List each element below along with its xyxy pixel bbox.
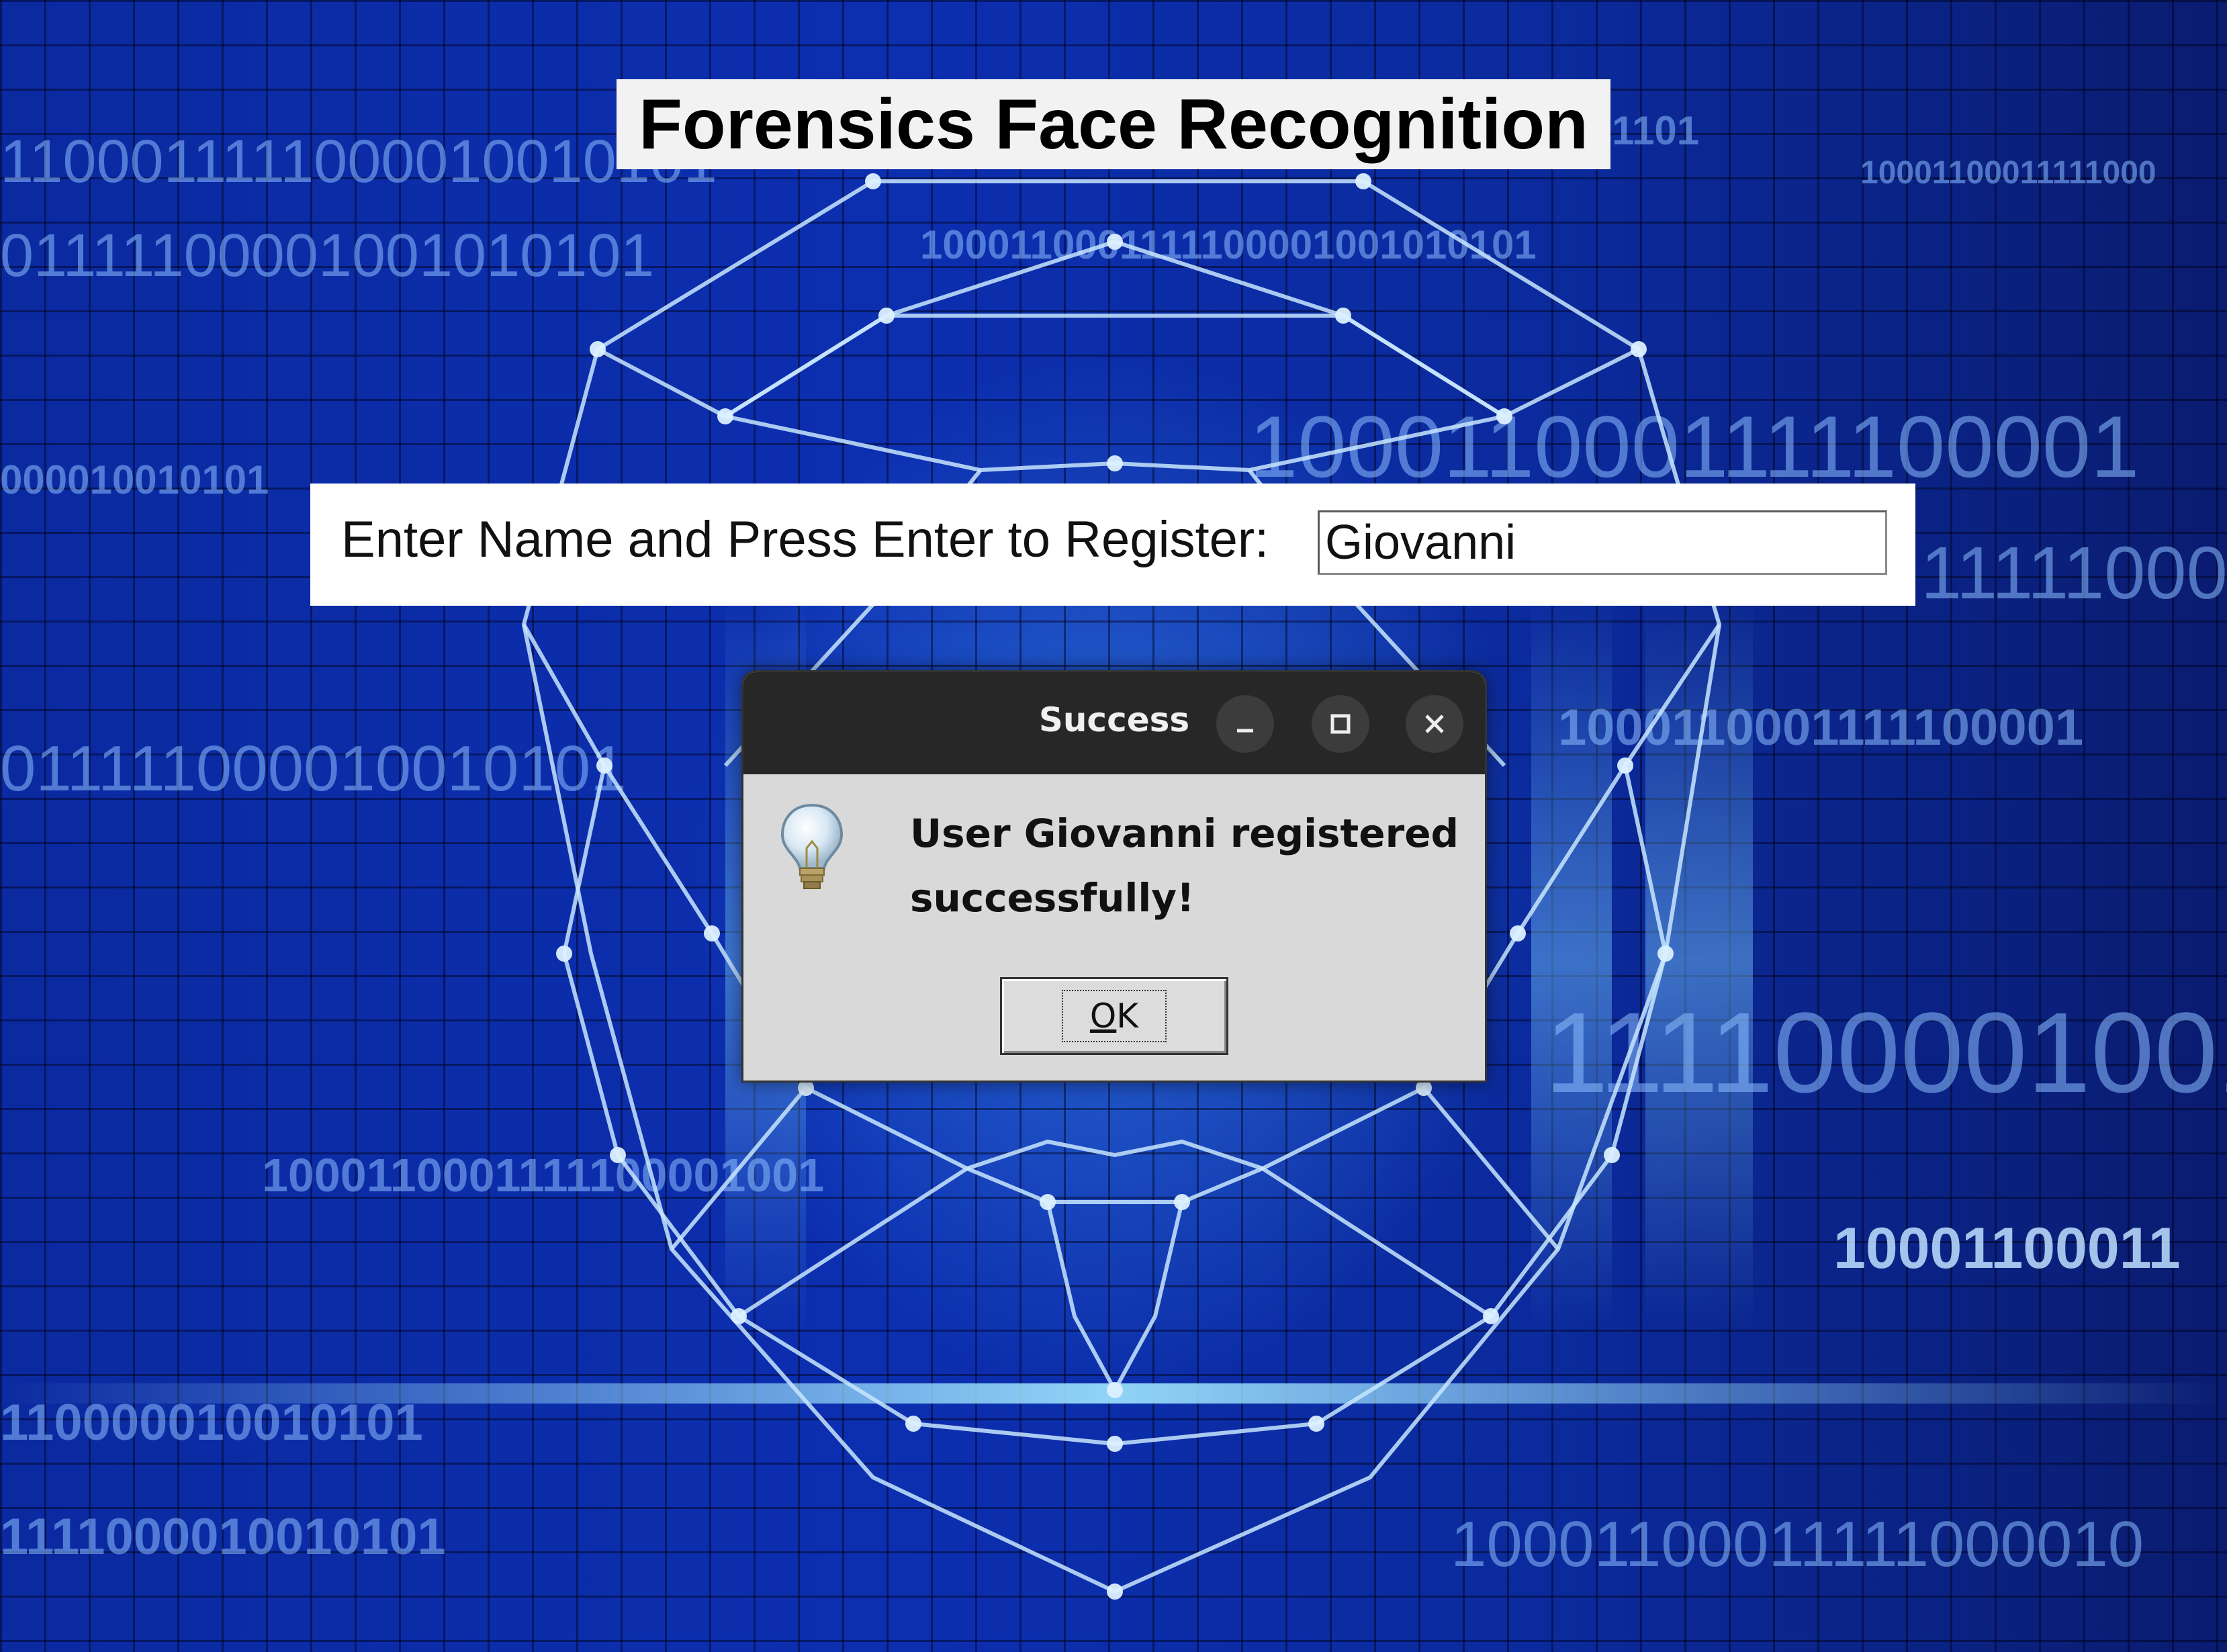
maximize-button[interactable] [1312,695,1369,753]
title-banner: Forensics Face Recognition [617,79,1610,169]
success-dialog: Success User Giovanni registered success… [741,670,1487,1083]
dialog-titlebar[interactable]: Success [743,672,1485,774]
minimize-icon [1237,729,1253,733]
lightbulb-icon [780,803,844,889]
page-title: Forensics Face Recognition [639,84,1588,164]
register-label: Enter Name and Press Enter to Register: [341,511,1269,568]
register-panel: Enter Name and Press Enter to Register: [310,484,1915,606]
close-icon [1425,715,1444,733]
close-button[interactable] [1406,695,1463,753]
minimize-button[interactable] [1216,695,1274,753]
ok-focus-ring: OK [1061,990,1167,1042]
name-input[interactable] [1318,510,1887,575]
ok-button[interactable]: OK [1000,977,1228,1055]
ok-button-label: OK [1089,997,1139,1036]
dialog-title: Success [1038,700,1190,739]
dialog-content: User Giovanni registered successfully! O… [743,774,1485,1081]
dialog-message: User Giovanni registered successfully! [910,811,1459,921]
maximize-icon [1330,714,1351,734]
